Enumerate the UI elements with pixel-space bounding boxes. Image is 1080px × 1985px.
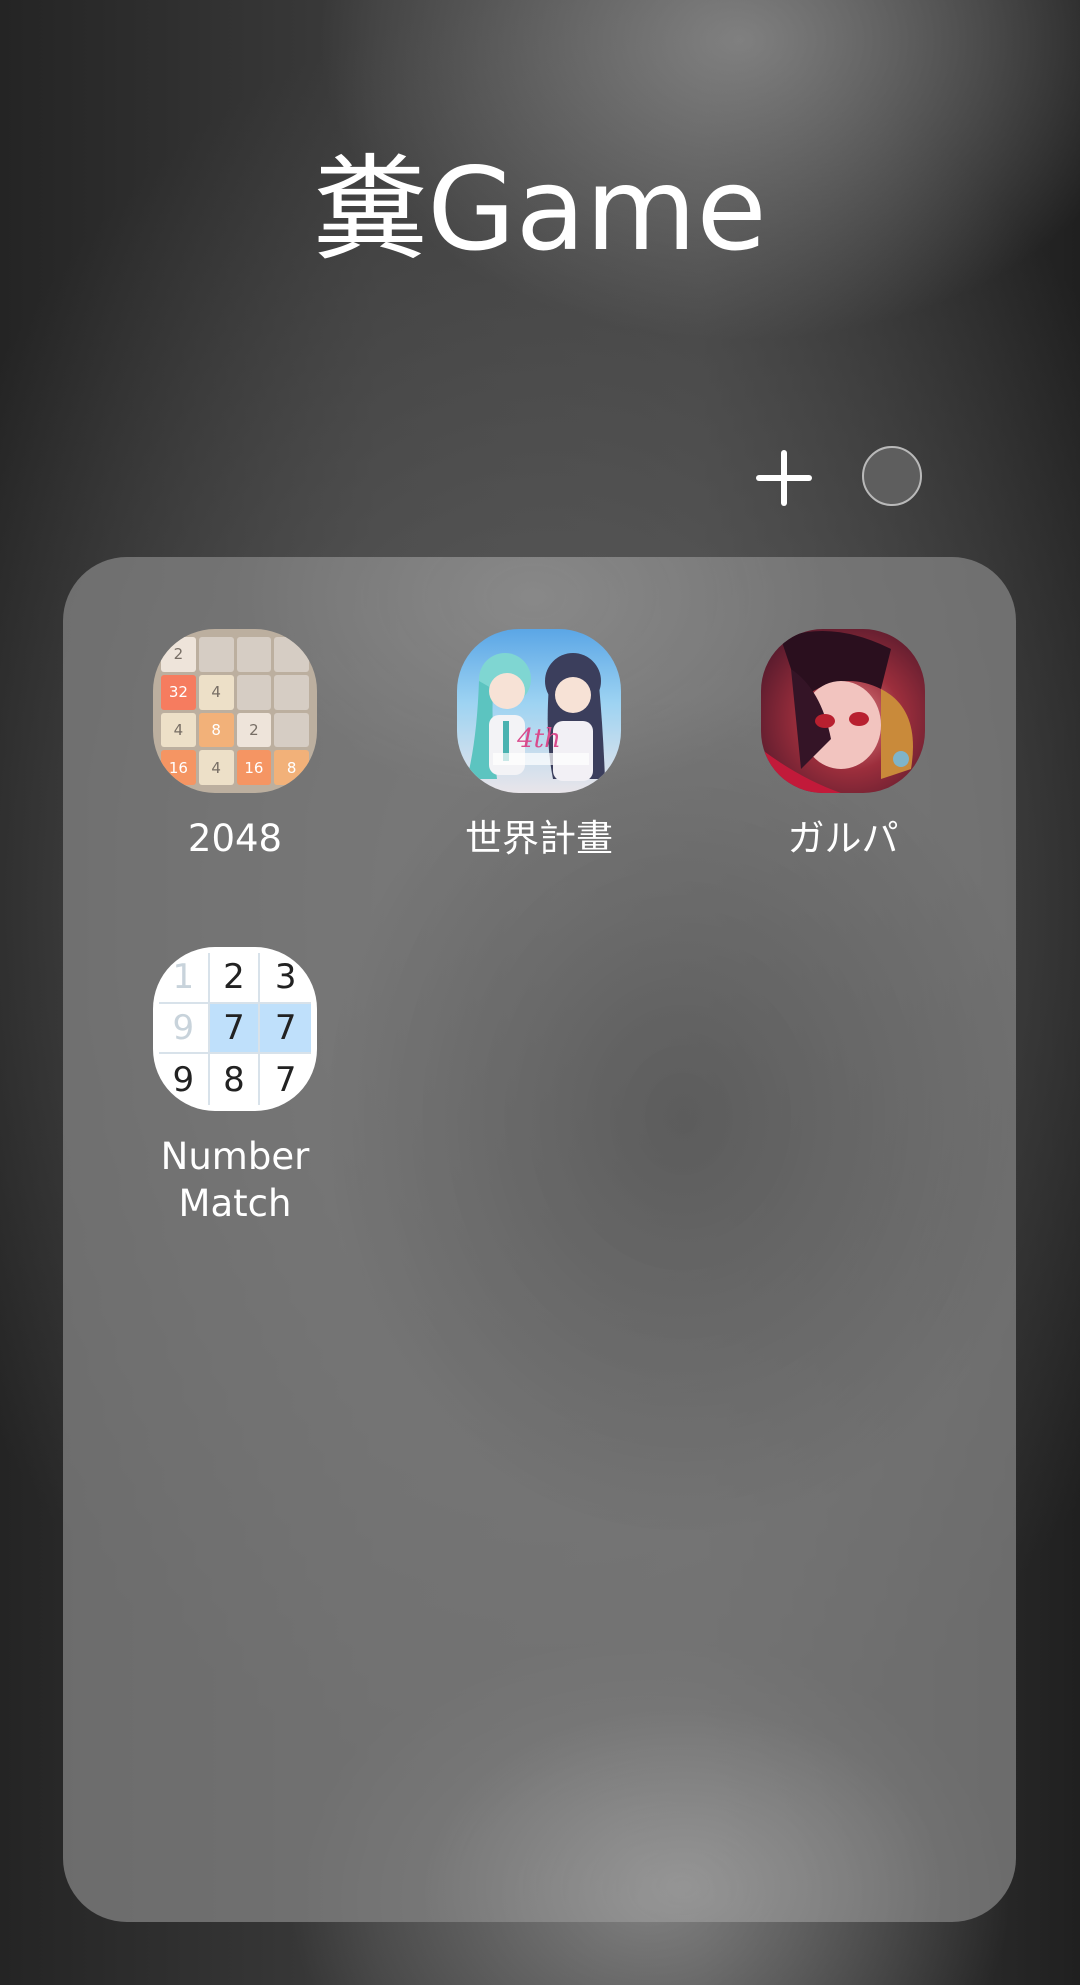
tile	[274, 674, 309, 710]
app-label: 2048	[187, 817, 283, 860]
grid-cell: 8	[210, 1054, 261, 1105]
tile	[198, 637, 234, 672]
tile: 32	[161, 674, 196, 710]
tile	[236, 637, 272, 672]
folder-panel: 2 32 4 4 8 2 16 4 16 8 2048 4th 世界計畫 ガルパ…	[63, 557, 1016, 1922]
grid-cell: 9	[159, 1003, 210, 1055]
folder-color-button[interactable]	[862, 446, 922, 506]
bang-dream-garupa-icon	[761, 629, 925, 793]
app-project-sekai[interactable]: 4th 世界計畫	[419, 629, 659, 869]
app-label: 世界計畫	[465, 817, 613, 860]
tile: 4	[161, 712, 196, 748]
app-garupa[interactable]: ガルパ	[723, 629, 963, 869]
tile	[274, 712, 309, 748]
grid-cell: 9	[159, 1054, 210, 1105]
tile: 8	[274, 750, 309, 785]
tile	[274, 637, 309, 672]
tile	[236, 674, 272, 710]
tile: 4	[198, 750, 234, 785]
grid-cell: 1	[159, 953, 210, 1004]
svg-text:4th: 4th	[516, 724, 561, 754]
app-label: Number Match	[160, 1135, 310, 1225]
grid-cell: 2	[209, 953, 261, 1004]
2048-tiles-icon: 2 32 4 4 8 2 16 4 16 8	[153, 629, 317, 793]
app-2048[interactable]: 2 32 4 4 8 2 16 4 16 8 2048	[115, 629, 355, 869]
add-app-button[interactable]	[752, 446, 816, 510]
grid-cell: 3	[260, 953, 311, 1004]
tile: 16	[236, 750, 272, 785]
number-match-grid-icon: 1 2 3 9 7 7 9 8 7	[153, 947, 317, 1111]
number-grid: 1 2 3 9 7 7 9 8 7	[159, 953, 311, 1105]
app-number-match[interactable]: 1 2 3 9 7 7 9 8 7 Number Match	[115, 947, 355, 1237]
folder-title[interactable]: 糞Game	[0, 140, 1080, 280]
tile: 2	[236, 712, 272, 748]
garupa-art	[761, 631, 913, 793]
tile: 4	[198, 674, 234, 710]
grid-cell: 7	[260, 1003, 311, 1055]
project-sekai-4th-anniversary-icon: 4th	[457, 629, 621, 793]
grid-cell: 7	[274, 1059, 297, 1100]
tile: 2	[161, 637, 196, 672]
project-sekai-art: 4th	[467, 653, 605, 781]
tile: 8	[198, 712, 234, 748]
tile: 16	[161, 750, 196, 785]
app-label: ガルパ	[787, 817, 899, 860]
grid-cell: 7	[209, 1003, 261, 1055]
